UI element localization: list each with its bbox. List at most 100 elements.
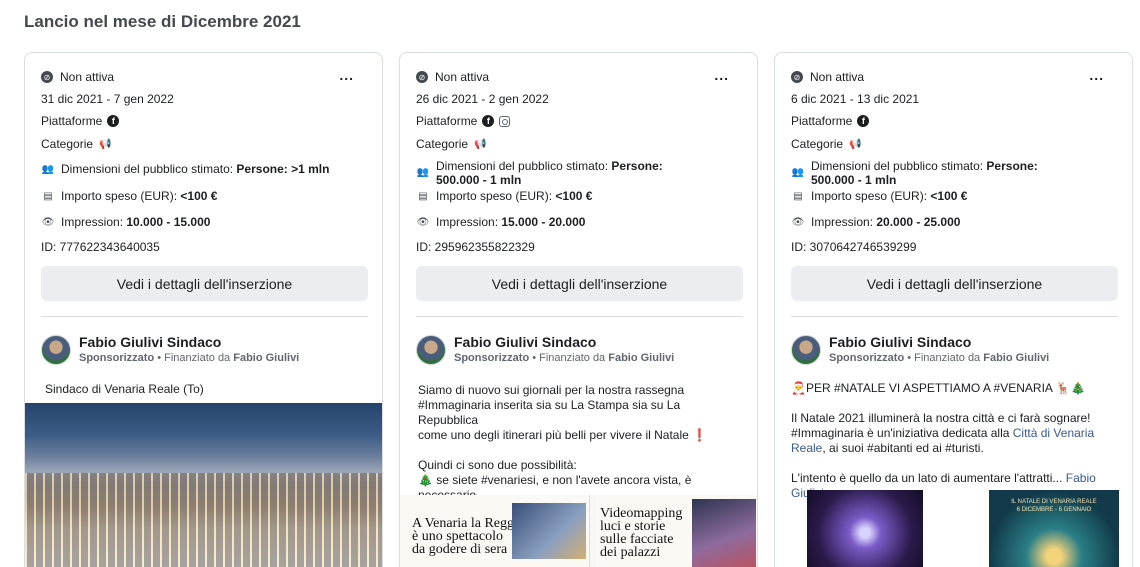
status-label: Non attiva xyxy=(60,70,115,84)
inactive-status-icon: ⊘ xyxy=(41,71,53,83)
audience-value: Persone: >1 mln xyxy=(236,162,330,176)
spent-row: ▤ Importo speso (EUR): <100 € xyxy=(41,189,217,203)
spent-value: <100 € xyxy=(555,189,593,203)
money-icon: ▤ xyxy=(793,190,803,202)
status-row: ⊘ Non attiva xyxy=(416,70,489,84)
sponsored-line: Sponsorizzato • Finanziato da Fabio Giul… xyxy=(79,352,299,364)
date-range: 31 dic 2021 - 7 gen 2022 xyxy=(41,92,174,106)
divider xyxy=(416,316,743,317)
more-options-button[interactable]: ... xyxy=(714,67,729,83)
megaphone-icon: 📢 xyxy=(474,138,487,150)
funder-name: Fabio Giulivi xyxy=(608,352,675,364)
inactive-status-icon: ⊘ xyxy=(791,71,803,83)
status-row: ⊘ Non attiva xyxy=(791,70,864,84)
categories-label: Categorie xyxy=(416,137,469,151)
ad-body-text: Sindaco di Venaria Reale (To) xyxy=(45,382,204,396)
poster-title: IL NATALE DI VENARIA REALE 6 DICEMBRE - … xyxy=(1011,499,1097,513)
newspaper-headline: Videomapping luci e storie sulle facciat… xyxy=(600,506,683,560)
page-avatar[interactable] xyxy=(416,335,446,365)
ad-card: ⊘ Non attiva ... 6 dic 2021 - 13 dic 202… xyxy=(774,52,1133,567)
sponsored-line: Sponsorizzato • Finanziato da Fabio Giul… xyxy=(829,352,1049,364)
ad-card: ⊘ Non attiva ... 31 dic 2021 - 7 gen 202… xyxy=(24,52,383,567)
impressions-row: 👁 Impression: 15.000 - 20.000 xyxy=(416,215,586,229)
view-ad-details-button[interactable]: Vedi i dettagli dell'inserzione xyxy=(416,266,743,301)
more-options-button[interactable]: ... xyxy=(339,67,354,83)
people-icon: 👥 xyxy=(416,166,430,178)
people-icon: 👥 xyxy=(41,163,55,175)
page-name[interactable]: Fabio Giulivi Sindaco xyxy=(79,334,221,350)
audience-label: Dimensioni del pubblico stimato: xyxy=(811,159,987,173)
spent-value: <100 € xyxy=(930,189,968,203)
audience-row: 👥 Dimensioni del pubblico stimato: Perso… xyxy=(416,159,716,187)
status-label: Non attiva xyxy=(810,70,865,84)
newspaper-headline: A Venaria la Reggia è uno spettacolo da … xyxy=(412,516,525,557)
sponsored-label: Sponsorizzato xyxy=(829,352,905,364)
ad-body: 🎅PER #NATALE VI ASPETTIAMO A #VENARIA 🦌🎄… xyxy=(791,381,1116,501)
audience-label: Dimensioni del pubblico stimato: xyxy=(436,159,612,173)
christmas-poster xyxy=(807,490,923,567)
ad-image-snowy-town[interactable] xyxy=(25,403,382,567)
view-ad-details-button[interactable]: Vedi i dettagli dell'inserzione xyxy=(791,266,1118,301)
eye-icon: 👁 xyxy=(791,216,805,228)
platforms-label: Piattaforme xyxy=(416,114,478,128)
newspaper-clipping: A Venaria la Reggia è uno spettacolo da … xyxy=(400,495,590,567)
eye-icon: 👁 xyxy=(41,216,55,228)
funded-by-label: • Finanziato da xyxy=(154,352,234,364)
spent-value: <100 € xyxy=(180,189,218,203)
page-name[interactable]: Fabio Giulivi Sindaco xyxy=(829,334,971,350)
platforms-label: Piattaforme xyxy=(41,114,103,128)
status-label: Non attiva xyxy=(435,70,490,84)
page-avatar[interactable] xyxy=(41,335,71,365)
audience-row: 👥 Dimensioni del pubblico stimato: Perso… xyxy=(41,162,341,176)
platforms-label: Piattaforme xyxy=(791,114,853,128)
platforms-row: Piattaforme f xyxy=(41,114,120,128)
spent-label: Importo speso (EUR): xyxy=(61,189,178,203)
view-ad-details-button[interactable]: Vedi i dettagli dell'inserzione xyxy=(41,266,368,301)
platforms-row: Piattaforme f xyxy=(416,114,511,128)
impressions-row: 👁 Impression: 10.000 - 15.000 xyxy=(41,215,211,229)
impressions-label: Impression: xyxy=(61,215,124,229)
megaphone-icon: 📢 xyxy=(849,138,862,150)
spent-row: ▤ Importo speso (EUR): <100 € xyxy=(791,189,967,203)
categories-label: Categorie xyxy=(41,137,94,151)
christmas-poster: IL NATALE DI VENARIA REALE 6 DICEMBRE - … xyxy=(989,490,1119,567)
more-options-button[interactable]: ... xyxy=(1089,67,1104,83)
ad-body: Sindaco di Venaria Reale (To) xyxy=(45,382,370,397)
funder-name: Fabio Giulivi xyxy=(233,352,300,364)
divider xyxy=(791,316,1118,317)
ad-card: ⊘ Non attiva ... 26 dic 2021 - 2 gen 202… xyxy=(399,52,758,567)
impressions-value: 10.000 - 15.000 xyxy=(126,215,211,229)
ad-image-posters[interactable]: IL NATALE DI VENARIA REALE 6 DICEMBRE - … xyxy=(775,490,1132,567)
date-range: 6 dic 2021 - 13 dic 2021 xyxy=(791,92,920,106)
divider xyxy=(41,316,368,317)
page-title: Lancio nel mese di Dicembre 2021 xyxy=(24,12,301,31)
impressions-row: 👁 Impression: 20.000 - 25.000 xyxy=(791,215,961,229)
eye-icon: 👁 xyxy=(416,216,430,228)
categories-row: Categorie 📢 xyxy=(416,137,486,151)
page-avatar[interactable] xyxy=(791,335,821,365)
instagram-icon xyxy=(499,115,511,127)
ad-id: ID: 3070642746539299 xyxy=(791,240,917,254)
status-row: ⊘ Non attiva xyxy=(41,70,114,84)
ad-image-newspapers[interactable]: A Venaria la Reggia è uno spettacolo da … xyxy=(400,495,757,567)
audience-label: Dimensioni del pubblico stimato: xyxy=(61,162,237,176)
impressions-label: Impression: xyxy=(811,215,874,229)
spent-label: Importo speso (EUR): xyxy=(436,189,553,203)
sponsored-label: Sponsorizzato xyxy=(79,352,155,364)
megaphone-icon: 📢 xyxy=(99,138,112,150)
date-range: 26 dic 2021 - 2 gen 2022 xyxy=(416,92,549,106)
categories-row: Categorie 📢 xyxy=(791,137,861,151)
impressions-value: 20.000 - 25.000 xyxy=(876,215,961,229)
people-icon: 👥 xyxy=(791,166,805,178)
money-icon: ▤ xyxy=(418,190,428,202)
categories-label: Categorie xyxy=(791,137,844,151)
ad-id: ID: 295962355822329 xyxy=(416,240,535,254)
newspaper-clipping: Videomapping luci e storie sulle facciat… xyxy=(596,495,757,567)
facebook-icon: f xyxy=(482,115,495,127)
inactive-status-icon: ⊘ xyxy=(416,71,428,83)
spent-row: ▤ Importo speso (EUR): <100 € xyxy=(416,189,592,203)
page-name[interactable]: Fabio Giulivi Sindaco xyxy=(454,334,596,350)
impressions-label: Impression: xyxy=(436,215,499,229)
sponsored-line: Sponsorizzato • Finanziato da Fabio Giul… xyxy=(454,352,674,364)
money-icon: ▤ xyxy=(43,190,53,202)
